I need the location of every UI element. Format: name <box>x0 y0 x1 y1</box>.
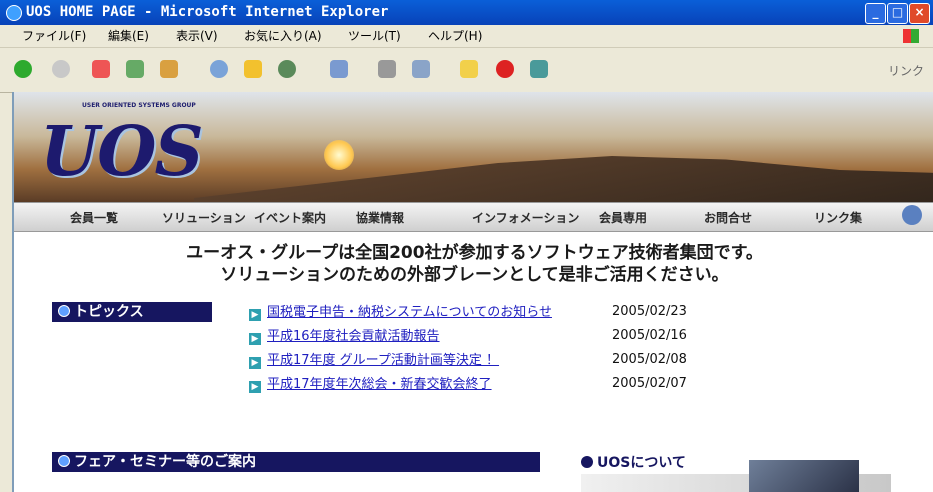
nav-members[interactable]: 会員一覧 <box>70 209 118 226</box>
discuss-icon[interactable] <box>460 60 478 78</box>
topic-item[interactable]: ▶ 国税電子申告・納税システムについてのお知らせ <box>249 304 552 322</box>
forward-icon[interactable] <box>52 60 70 78</box>
nav-links[interactable]: リンク集 <box>814 209 862 226</box>
nav-information[interactable]: インフォメーション <box>472 209 579 226</box>
menu-view[interactable]: 表示(V) <box>176 25 218 47</box>
menu-bar: ファイル(F) 編集(E) 表示(V) お気に入り(A) ツール(T) ヘルプ(… <box>0 25 933 48</box>
topic-item[interactable]: ▶ 平成16年度社会貢献活動報告 <box>249 328 440 346</box>
windows-logo-icon <box>903 29 919 43</box>
bullet-icon <box>58 305 70 317</box>
nav-contact[interactable]: お問合せ <box>704 209 752 226</box>
maximize-button[interactable]: □ <box>887 3 908 24</box>
topic-link[interactable]: 平成17年度 グループ活動計画等決定 ！ <box>267 353 499 368</box>
toolbar: リンク <box>0 48 933 93</box>
nav-solutions[interactable]: ソリューション <box>162 209 246 226</box>
menu-edit[interactable]: 編集(E) <box>108 25 149 47</box>
main-nav: 会員一覧 ソリューション イベント案内 協業情報 インフォメーション 会員専用 … <box>14 202 933 232</box>
print-icon[interactable] <box>378 60 396 78</box>
arrow-icon: ▶ <box>249 357 261 369</box>
bullet-icon <box>58 455 70 467</box>
home-icon[interactable] <box>160 60 178 78</box>
uos-logo[interactable]: UOS <box>40 112 204 192</box>
logo-tagline: USER ORIENTED SYSTEMS GROUP <box>82 102 196 109</box>
edit-icon[interactable] <box>412 60 430 78</box>
refresh-icon[interactable] <box>126 60 144 78</box>
close-button[interactable]: × <box>909 3 930 24</box>
research-icon[interactable] <box>530 60 548 78</box>
nav-members-only[interactable]: 会員専用 <box>599 209 647 226</box>
topic-link[interactable]: 平成16年度社会貢献活動報告 <box>267 329 440 344</box>
topic-date: 2005/02/07 <box>612 376 687 391</box>
favorites-icon[interactable] <box>244 60 262 78</box>
tagline-line-2: ソリューションのための外部ブレーンとして是非ご活用ください。 <box>220 265 729 285</box>
ie-icon <box>6 5 22 21</box>
topic-date: 2005/02/16 <box>612 328 687 343</box>
title-bar: UOS HOME PAGE - Microsoft Internet Explo… <box>0 0 933 25</box>
topic-date: 2005/02/08 <box>612 352 687 367</box>
messenger-icon[interactable] <box>496 60 514 78</box>
globe-icon[interactable] <box>902 205 922 225</box>
menu-favorites[interactable]: お気に入り(A) <box>244 25 322 47</box>
nav-events[interactable]: イベント案内 <box>254 209 326 226</box>
page-content: USER ORIENTED SYSTEMS GROUP UOS 会員一覧 ソリュ… <box>12 92 933 492</box>
arrow-icon: ▶ <box>249 381 261 393</box>
window-title: UOS HOME PAGE - Microsoft Internet Explo… <box>26 4 389 20</box>
tagline: ユーオス・グループは全国200社が参加するソフトウェア技術者集団です。 ソリュー… <box>14 242 933 286</box>
back-icon[interactable] <box>14 60 32 78</box>
arrow-icon: ▶ <box>249 309 261 321</box>
topics-heading: トピックス <box>52 302 212 322</box>
menu-help[interactable]: ヘルプ(H) <box>428 25 482 47</box>
bullet-icon <box>581 456 593 468</box>
topic-date: 2005/02/23 <box>612 304 687 319</box>
header-banner: USER ORIENTED SYSTEMS GROUP UOS <box>14 92 933 202</box>
mail-icon[interactable] <box>330 60 348 78</box>
about-heading[interactable]: UOSについて <box>581 452 686 472</box>
mountain-graphic <box>194 156 933 202</box>
topic-item[interactable]: ▶ 平成17年度 グループ活動計画等決定 ！ <box>249 352 499 370</box>
topic-item[interactable]: ▶ 平成17年度年次総会・新春交歓会終了 <box>249 376 492 394</box>
history-icon[interactable] <box>278 60 296 78</box>
links-label[interactable]: リンク <box>888 62 924 79</box>
search-icon[interactable] <box>210 60 228 78</box>
topic-link[interactable]: 国税電子申告・納税システムについてのお知らせ <box>267 305 552 320</box>
sunrise-graphic <box>324 140 354 170</box>
minimize-button[interactable]: _ <box>865 3 886 24</box>
topic-link[interactable]: 平成17年度年次総会・新春交歓会終了 <box>267 377 492 392</box>
nav-partnership[interactable]: 協業情報 <box>356 209 404 226</box>
seminar-heading: フェア・セミナー等のご案内 <box>52 452 540 472</box>
stop-icon[interactable] <box>92 60 110 78</box>
menu-tools[interactable]: ツール(T) <box>348 25 401 47</box>
tagline-line-1: ユーオス・グループは全国200社が参加するソフトウェア技術者集団です。 <box>186 243 763 263</box>
menu-file[interactable]: ファイル(F) <box>22 25 86 47</box>
about-photo <box>749 460 859 492</box>
arrow-icon: ▶ <box>249 333 261 345</box>
